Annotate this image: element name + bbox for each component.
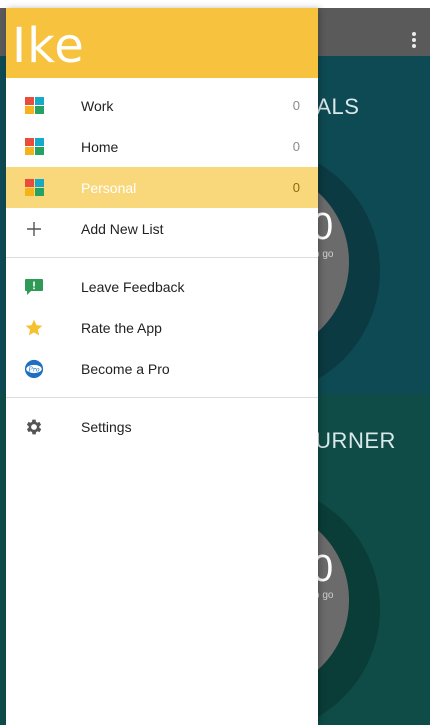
- list-item-personal[interactable]: Personal 0: [6, 167, 318, 208]
- menu-divider: [6, 257, 318, 258]
- drawer-header: Ike: [6, 8, 318, 78]
- list-item-count: 0: [292, 180, 300, 195]
- navigation-drawer: Ike Work 0 Home 0 Personal 0 Add New Lis…: [6, 8, 318, 725]
- menu-divider: [6, 397, 318, 398]
- list-item-work[interactable]: Work 0: [6, 85, 318, 126]
- app-logo: Ike: [12, 18, 85, 74]
- become-pro-button[interactable]: Pro Become a Pro: [6, 348, 318, 389]
- add-new-list-button[interactable]: Add New List: [6, 208, 318, 249]
- list-item-label: Work: [81, 97, 114, 114]
- overflow-menu-icon[interactable]: [412, 32, 416, 48]
- rate-app-label: Rate the App: [81, 319, 162, 336]
- grid-list-icon: [24, 178, 44, 198]
- plus-icon: [24, 219, 44, 239]
- grid-list-icon: [24, 137, 44, 157]
- leave-feedback-button[interactable]: Leave Feedback: [6, 266, 318, 307]
- settings-label: Settings: [81, 418, 132, 435]
- add-new-list-label: Add New List: [81, 220, 164, 237]
- list-item-label: Home: [81, 138, 119, 155]
- list-item-home[interactable]: Home 0: [6, 126, 318, 167]
- list-item-label: Personal: [81, 179, 137, 196]
- drawer-menu: Work 0 Home 0 Personal 0 Add New List Le…: [6, 85, 318, 447]
- pro-badge-icon: Pro: [24, 359, 44, 379]
- pro-badge-text: Pro: [27, 366, 39, 373]
- leave-feedback-label: Leave Feedback: [81, 278, 185, 295]
- grid-list-icon: [24, 96, 44, 116]
- star-icon: [24, 318, 44, 338]
- list-item-count: 0: [292, 139, 300, 154]
- become-pro-label: Become a Pro: [81, 360, 170, 377]
- gear-icon: [24, 417, 44, 437]
- rate-app-button[interactable]: Rate the App: [6, 307, 318, 348]
- settings-button[interactable]: Settings: [6, 406, 318, 447]
- list-item-count: 0: [292, 98, 300, 113]
- feedback-icon: [24, 277, 44, 297]
